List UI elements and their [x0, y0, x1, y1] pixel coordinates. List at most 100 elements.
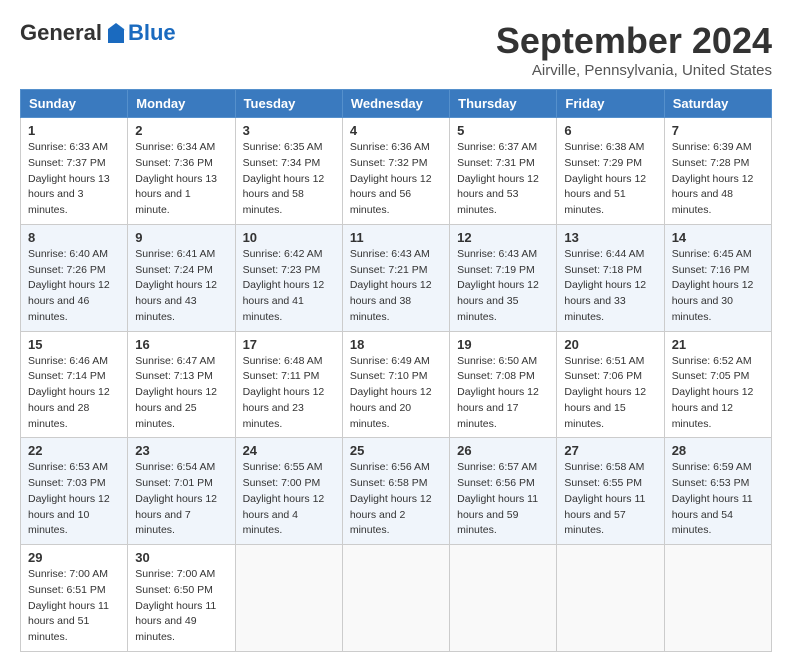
calendar-cell: 5 Sunrise: 6:37 AM Sunset: 7:31 PM Dayli… [450, 118, 557, 225]
day-number: 20 [564, 337, 656, 352]
day-number: 22 [28, 443, 120, 458]
day-number: 14 [672, 230, 764, 245]
calendar-cell [450, 545, 557, 652]
day-number: 10 [243, 230, 335, 245]
day-number: 29 [28, 550, 120, 565]
header-tuesday: Tuesday [235, 90, 342, 118]
calendar-cell: 19 Sunrise: 6:50 AM Sunset: 7:08 PM Dayl… [450, 331, 557, 438]
header-thursday: Thursday [450, 90, 557, 118]
day-number: 12 [457, 230, 549, 245]
calendar-cell: 28 Sunrise: 6:59 AM Sunset: 6:53 PM Dayl… [664, 438, 771, 545]
day-number: 9 [135, 230, 227, 245]
calendar-cell: 29 Sunrise: 7:00 AM Sunset: 6:51 PM Dayl… [21, 545, 128, 652]
calendar-cell [557, 545, 664, 652]
day-number: 6 [564, 123, 656, 138]
calendar-cell [235, 545, 342, 652]
day-number: 30 [135, 550, 227, 565]
day-info: Sunrise: 6:44 AM Sunset: 7:18 PM Dayligh… [564, 247, 656, 326]
calendar-cell: 13 Sunrise: 6:44 AM Sunset: 7:18 PM Dayl… [557, 224, 664, 331]
day-info: Sunrise: 7:00 AM Sunset: 6:51 PM Dayligh… [28, 567, 120, 646]
logo-blue-text: Blue [128, 20, 176, 46]
day-info: Sunrise: 6:41 AM Sunset: 7:24 PM Dayligh… [135, 247, 227, 326]
day-number: 16 [135, 337, 227, 352]
calendar-cell: 6 Sunrise: 6:38 AM Sunset: 7:29 PM Dayli… [557, 118, 664, 225]
day-number: 26 [457, 443, 549, 458]
calendar-cell: 26 Sunrise: 6:57 AM Sunset: 6:56 PM Dayl… [450, 438, 557, 545]
calendar-cell: 1 Sunrise: 6:33 AM Sunset: 7:37 PM Dayli… [21, 118, 128, 225]
header-wednesday: Wednesday [342, 90, 449, 118]
calendar-cell: 14 Sunrise: 6:45 AM Sunset: 7:16 PM Dayl… [664, 224, 771, 331]
calendar-cell: 7 Sunrise: 6:39 AM Sunset: 7:28 PM Dayli… [664, 118, 771, 225]
day-info: Sunrise: 6:35 AM Sunset: 7:34 PM Dayligh… [243, 140, 335, 219]
calendar-cell: 22 Sunrise: 6:53 AM Sunset: 7:03 PM Dayl… [21, 438, 128, 545]
header-friday: Friday [557, 90, 664, 118]
calendar-cell: 20 Sunrise: 6:51 AM Sunset: 7:06 PM Dayl… [557, 331, 664, 438]
calendar-cell: 4 Sunrise: 6:36 AM Sunset: 7:32 PM Dayli… [342, 118, 449, 225]
day-number: 11 [350, 230, 442, 245]
day-number: 8 [28, 230, 120, 245]
title-area: September 2024 Airville, Pennsylvania, U… [496, 20, 772, 79]
header-monday: Monday [128, 90, 235, 118]
day-number: 2 [135, 123, 227, 138]
calendar-cell: 2 Sunrise: 6:34 AM Sunset: 7:36 PM Dayli… [128, 118, 235, 225]
day-info: Sunrise: 7:00 AM Sunset: 6:50 PM Dayligh… [135, 567, 227, 646]
calendar-week-3: 15 Sunrise: 6:46 AM Sunset: 7:14 PM Dayl… [21, 331, 772, 438]
day-info: Sunrise: 6:51 AM Sunset: 7:06 PM Dayligh… [564, 354, 656, 433]
calendar-cell [664, 545, 771, 652]
calendar-table: Sunday Monday Tuesday Wednesday Thursday… [20, 89, 772, 652]
day-info: Sunrise: 6:43 AM Sunset: 7:19 PM Dayligh… [457, 247, 549, 326]
day-info: Sunrise: 6:48 AM Sunset: 7:11 PM Dayligh… [243, 354, 335, 433]
location-text: Airville, Pennsylvania, United States [496, 62, 772, 79]
page-header: General Blue September 2024 Airville, Pe… [20, 20, 772, 79]
calendar-cell: 9 Sunrise: 6:41 AM Sunset: 7:24 PM Dayli… [128, 224, 235, 331]
calendar-cell: 27 Sunrise: 6:58 AM Sunset: 6:55 PM Dayl… [557, 438, 664, 545]
calendar-cell: 18 Sunrise: 6:49 AM Sunset: 7:10 PM Dayl… [342, 331, 449, 438]
day-info: Sunrise: 6:36 AM Sunset: 7:32 PM Dayligh… [350, 140, 442, 219]
logo-general-text: General [20, 20, 102, 46]
day-info: Sunrise: 6:50 AM Sunset: 7:08 PM Dayligh… [457, 354, 549, 433]
calendar-cell: 23 Sunrise: 6:54 AM Sunset: 7:01 PM Dayl… [128, 438, 235, 545]
day-info: Sunrise: 6:49 AM Sunset: 7:10 PM Dayligh… [350, 354, 442, 433]
day-number: 17 [243, 337, 335, 352]
day-number: 27 [564, 443, 656, 458]
day-number: 4 [350, 123, 442, 138]
header-saturday: Saturday [664, 90, 771, 118]
day-info: Sunrise: 6:40 AM Sunset: 7:26 PM Dayligh… [28, 247, 120, 326]
calendar-cell: 3 Sunrise: 6:35 AM Sunset: 7:34 PM Dayli… [235, 118, 342, 225]
calendar-cell: 25 Sunrise: 6:56 AM Sunset: 6:58 PM Dayl… [342, 438, 449, 545]
logo: General Blue [20, 20, 176, 46]
day-info: Sunrise: 6:42 AM Sunset: 7:23 PM Dayligh… [243, 247, 335, 326]
day-info: Sunrise: 6:46 AM Sunset: 7:14 PM Dayligh… [28, 354, 120, 433]
calendar-cell: 16 Sunrise: 6:47 AM Sunset: 7:13 PM Dayl… [128, 331, 235, 438]
day-info: Sunrise: 6:47 AM Sunset: 7:13 PM Dayligh… [135, 354, 227, 433]
calendar-cell: 8 Sunrise: 6:40 AM Sunset: 7:26 PM Dayli… [21, 224, 128, 331]
day-number: 1 [28, 123, 120, 138]
day-number: 21 [672, 337, 764, 352]
calendar-header-row: Sunday Monday Tuesday Wednesday Thursday… [21, 90, 772, 118]
day-number: 7 [672, 123, 764, 138]
day-info: Sunrise: 6:59 AM Sunset: 6:53 PM Dayligh… [672, 460, 764, 539]
calendar-cell: 17 Sunrise: 6:48 AM Sunset: 7:11 PM Dayl… [235, 331, 342, 438]
day-number: 3 [243, 123, 335, 138]
day-number: 23 [135, 443, 227, 458]
calendar-week-2: 8 Sunrise: 6:40 AM Sunset: 7:26 PM Dayli… [21, 224, 772, 331]
logo-icon [104, 21, 128, 45]
calendar-cell [342, 545, 449, 652]
calendar-cell: 24 Sunrise: 6:55 AM Sunset: 7:00 PM Dayl… [235, 438, 342, 545]
day-info: Sunrise: 6:37 AM Sunset: 7:31 PM Dayligh… [457, 140, 549, 219]
day-info: Sunrise: 6:43 AM Sunset: 7:21 PM Dayligh… [350, 247, 442, 326]
day-number: 28 [672, 443, 764, 458]
calendar-cell: 15 Sunrise: 6:46 AM Sunset: 7:14 PM Dayl… [21, 331, 128, 438]
calendar-cell: 30 Sunrise: 7:00 AM Sunset: 6:50 PM Dayl… [128, 545, 235, 652]
day-info: Sunrise: 6:33 AM Sunset: 7:37 PM Dayligh… [28, 140, 120, 219]
day-info: Sunrise: 6:58 AM Sunset: 6:55 PM Dayligh… [564, 460, 656, 539]
day-info: Sunrise: 6:56 AM Sunset: 6:58 PM Dayligh… [350, 460, 442, 539]
day-info: Sunrise: 6:55 AM Sunset: 7:00 PM Dayligh… [243, 460, 335, 539]
header-sunday: Sunday [21, 90, 128, 118]
calendar-cell: 11 Sunrise: 6:43 AM Sunset: 7:21 PM Dayl… [342, 224, 449, 331]
calendar-cell: 21 Sunrise: 6:52 AM Sunset: 7:05 PM Dayl… [664, 331, 771, 438]
calendar-week-5: 29 Sunrise: 7:00 AM Sunset: 6:51 PM Dayl… [21, 545, 772, 652]
day-info: Sunrise: 6:54 AM Sunset: 7:01 PM Dayligh… [135, 460, 227, 539]
day-number: 19 [457, 337, 549, 352]
day-info: Sunrise: 6:57 AM Sunset: 6:56 PM Dayligh… [457, 460, 549, 539]
